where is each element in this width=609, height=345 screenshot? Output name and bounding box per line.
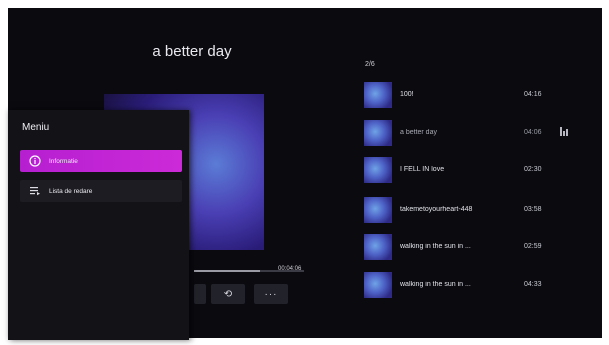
track-duration: 02:30 xyxy=(524,166,542,173)
track-thumbnail xyxy=(364,157,392,183)
more-icon: ··· xyxy=(264,288,278,300)
track-duration: 04:33 xyxy=(524,281,542,288)
progress-fill xyxy=(194,270,260,272)
track-name: I FELL IN love xyxy=(400,166,445,173)
total-time: 00:04:06 xyxy=(278,266,302,272)
now-playing-equalizer-icon xyxy=(560,127,568,136)
track-duration: 03:58 xyxy=(524,206,542,213)
menu-item-playlist[interactable]: Lista de redare xyxy=(20,180,182,202)
track-duration: 02:59 xyxy=(524,243,542,250)
track-name: a better day xyxy=(400,129,437,136)
track-name: 100! xyxy=(400,91,414,98)
track-thumbnail xyxy=(364,272,392,298)
track-name: walking in the sun in ... xyxy=(400,281,471,288)
track-thumbnail xyxy=(364,197,392,223)
queue-item[interactable]: walking in the sun in ... 02:59 xyxy=(364,234,594,260)
track-thumbnail xyxy=(364,234,392,260)
menu-title: Meniu xyxy=(22,122,50,133)
menu-item-informatie[interactable]: Informatie xyxy=(20,150,182,172)
song-title: a better day xyxy=(152,43,232,60)
repeat-button[interactable]: ⟲ xyxy=(211,284,245,304)
more-options-button[interactable]: ··· xyxy=(254,284,288,304)
queue-item-current[interactable]: a better day 04:06 xyxy=(364,120,594,146)
queue-item[interactable]: 100! 04:16 xyxy=(364,82,594,108)
side-menu: Meniu Informatie Lista de redare xyxy=(8,110,189,340)
track-name: takemetoyourheart-448 xyxy=(400,206,473,213)
queue-item[interactable]: takemetoyourheart-448 03:58 xyxy=(364,197,594,223)
track-name: walking in the sun in ... xyxy=(400,243,471,250)
queue-position: 2/6 xyxy=(365,61,375,68)
queue-item[interactable]: I FELL IN love 02:30 xyxy=(364,157,594,183)
menu-item-label: Lista de redare xyxy=(49,187,93,195)
playlist-icon xyxy=(29,185,41,197)
track-thumbnail xyxy=(364,82,392,108)
menu-item-label: Informatie xyxy=(49,157,78,165)
repeat-icon: ⟲ xyxy=(223,288,233,300)
previous-control-button[interactable] xyxy=(194,284,206,304)
track-duration: 04:16 xyxy=(524,91,542,98)
track-thumbnail xyxy=(364,120,392,146)
info-icon xyxy=(29,155,41,167)
track-duration: 04:06 xyxy=(524,129,542,136)
queue-item[interactable]: walking in the sun in ... 04:33 xyxy=(364,272,594,298)
